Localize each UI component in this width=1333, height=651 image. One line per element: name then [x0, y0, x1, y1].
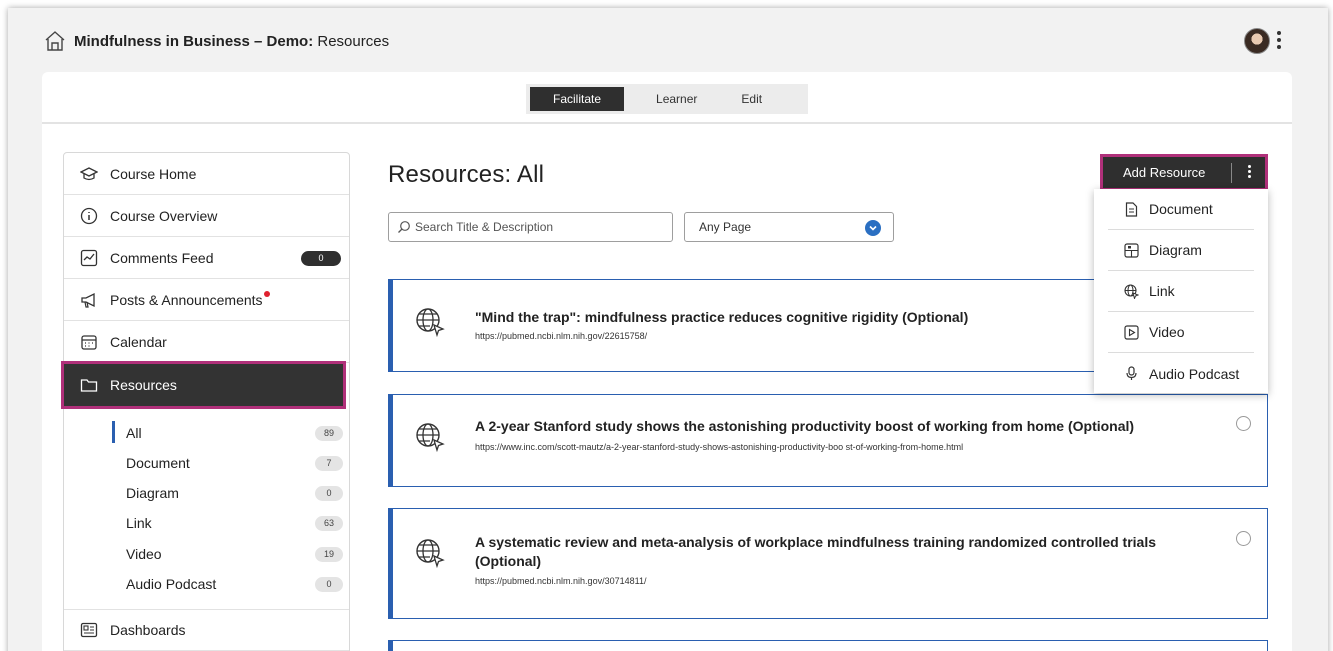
chevron-down-icon	[865, 220, 881, 236]
mode-facilitate[interactable]: Facilitate	[530, 87, 625, 111]
resources-heading: Resources: All	[388, 161, 545, 188]
select-radio[interactable]	[1236, 416, 1251, 431]
sidebar-item-label: Calendar	[110, 333, 167, 350]
sidebar-item-resources[interactable]: Resources	[61, 361, 346, 409]
megaphone-icon	[81, 292, 95, 308]
sidebar-item-label: Comments Feed	[110, 249, 214, 266]
filter-video[interactable]: Video 19	[64, 539, 349, 569]
filter-count: 19	[315, 546, 343, 562]
info-icon	[80, 207, 98, 224]
menu-item-label: Video	[1149, 324, 1185, 340]
sidebar-item-label: Posts & Announcements	[110, 291, 263, 308]
resource-title[interactable]: "Mind the trap": mindfulness practice re…	[475, 308, 1175, 327]
resource-url[interactable]: https://www.inc.com/scott-mautz/a-2-year…	[475, 442, 963, 452]
resource-card[interactable]	[388, 640, 1268, 651]
menu-item-link[interactable]: Link	[1108, 271, 1254, 312]
mode-edit[interactable]: Edit	[727, 87, 776, 111]
search-icon	[398, 221, 410, 233]
filter-count: 0	[315, 485, 343, 501]
diagram-icon	[1124, 242, 1139, 258]
filter-link[interactable]: Link 63	[64, 508, 349, 538]
title-bar: Mindfulness in Business – Demo: Resource…	[8, 8, 1328, 72]
mode-bar: Facilitate Learner Edit	[42, 72, 1292, 124]
link-globe-icon	[1124, 283, 1139, 299]
dashboard-icon	[80, 622, 98, 638]
filter-count: 63	[315, 515, 343, 531]
resource-title[interactable]: A systematic review and meta-analysis of…	[475, 533, 1175, 571]
filter-label: Audio Podcast	[126, 576, 217, 592]
menu-item-label: Audio Podcast	[1149, 365, 1240, 382]
filter-count: 89	[315, 425, 343, 441]
course-title: Mindfulness in Business – Demo:	[74, 33, 314, 50]
filter-label: Diagram	[126, 485, 179, 501]
page-title: Mindfulness in Business – Demo: Resource…	[74, 33, 389, 50]
menu-item-diagram[interactable]: Diagram	[1108, 230, 1254, 271]
filter-label: Link	[126, 515, 152, 531]
folder-icon	[80, 379, 98, 392]
app-window: Mindfulness in Business – Demo: Resource…	[8, 8, 1328, 651]
add-resource-label: Add Resource	[1123, 165, 1206, 180]
sidebar-item-comments-feed[interactable]: Comments Feed 0	[64, 237, 349, 279]
sidebar-item-calendar[interactable]: Calendar	[64, 321, 349, 363]
menu-item-document[interactable]: Document	[1108, 189, 1254, 230]
sidebar-item-dashboards[interactable]: Dashboards	[64, 609, 349, 651]
calendar-icon	[81, 334, 97, 350]
menu-item-label: Link	[1149, 283, 1175, 299]
active-indicator	[112, 421, 115, 443]
select-radio[interactable]	[1236, 531, 1251, 546]
video-icon	[1124, 324, 1139, 340]
page-filter-value: Any Page	[699, 220, 752, 234]
search-input[interactable]: Search Title & Description	[388, 212, 673, 242]
page-filter-select[interactable]: Any Page	[684, 212, 894, 242]
avatar[interactable]	[1244, 28, 1270, 54]
filter-audio-podcast[interactable]: Audio Podcast 0	[64, 569, 349, 599]
add-resource-button[interactable]: Add Resource	[1100, 154, 1268, 191]
count-badge: 0	[301, 251, 341, 266]
mode-switcher: Facilitate Learner Edit	[526, 84, 808, 114]
sidebar-item-posts-announcements[interactable]: Posts & Announcements	[64, 279, 349, 321]
search-placeholder: Search Title & Description	[415, 220, 554, 234]
link-globe-icon	[416, 308, 445, 337]
sidebar-item-label: Resources	[110, 377, 177, 393]
content-panel: Facilitate Learner Edit Course Home Cour…	[42, 72, 1292, 651]
sidebar-item-course-home[interactable]: Course Home	[64, 153, 349, 195]
filter-label: Document	[126, 455, 190, 471]
filter-label: Video	[126, 546, 162, 562]
filter-count: 0	[315, 576, 343, 592]
graduation-cap-icon	[80, 166, 98, 180]
menu-item-video[interactable]: Video	[1108, 312, 1254, 353]
link-globe-icon	[416, 539, 445, 568]
sidebar-item-course-overview[interactable]: Course Overview	[64, 195, 349, 237]
section-title: Resources	[313, 33, 390, 50]
mode-learner[interactable]: Learner	[642, 87, 711, 111]
document-icon	[1125, 201, 1138, 217]
filter-all[interactable]: All 89	[64, 418, 349, 448]
more-options-icon[interactable]	[1246, 163, 1252, 178]
filter-label: All	[126, 425, 142, 441]
home-icon[interactable]	[44, 30, 66, 52]
notification-dot	[263, 290, 270, 297]
comments-feed-icon	[80, 249, 98, 266]
sidebar: Course Home Course Overview Comments Fee…	[61, 152, 350, 651]
resource-card[interactable]: A systematic review and meta-analysis of…	[388, 508, 1268, 619]
resource-card[interactable]: A 2-year Stanford study shows the astoni…	[388, 394, 1268, 487]
resource-url[interactable]: https://pubmed.ncbi.nlm.nih.gov/30714811…	[475, 576, 646, 586]
account-menu-icon[interactable]	[1274, 28, 1284, 54]
button-divider	[1231, 163, 1232, 183]
resource-title[interactable]: A 2-year Stanford study shows the astoni…	[475, 417, 1235, 436]
menu-item-audio-podcast[interactable]: Audio Podcast	[1108, 353, 1254, 394]
resource-url[interactable]: https://pubmed.ncbi.nlm.nih.gov/22615758…	[475, 331, 647, 341]
menu-item-label: Diagram	[1149, 242, 1202, 258]
sidebar-item-label: Course Overview	[110, 207, 218, 224]
link-globe-icon	[416, 423, 445, 452]
microphone-icon	[1126, 366, 1137, 380]
filter-count: 7	[315, 455, 343, 471]
filter-diagram[interactable]: Diagram 0	[64, 478, 349, 508]
menu-item-label: Document	[1149, 201, 1213, 217]
filter-document[interactable]: Document 7	[64, 448, 349, 478]
sidebar-item-label: Dashboards	[110, 622, 186, 638]
sidebar-item-label: Course Home	[110, 165, 197, 182]
add-resource-menu: Document Diagram Link Video Audio Podcas…	[1094, 189, 1268, 393]
